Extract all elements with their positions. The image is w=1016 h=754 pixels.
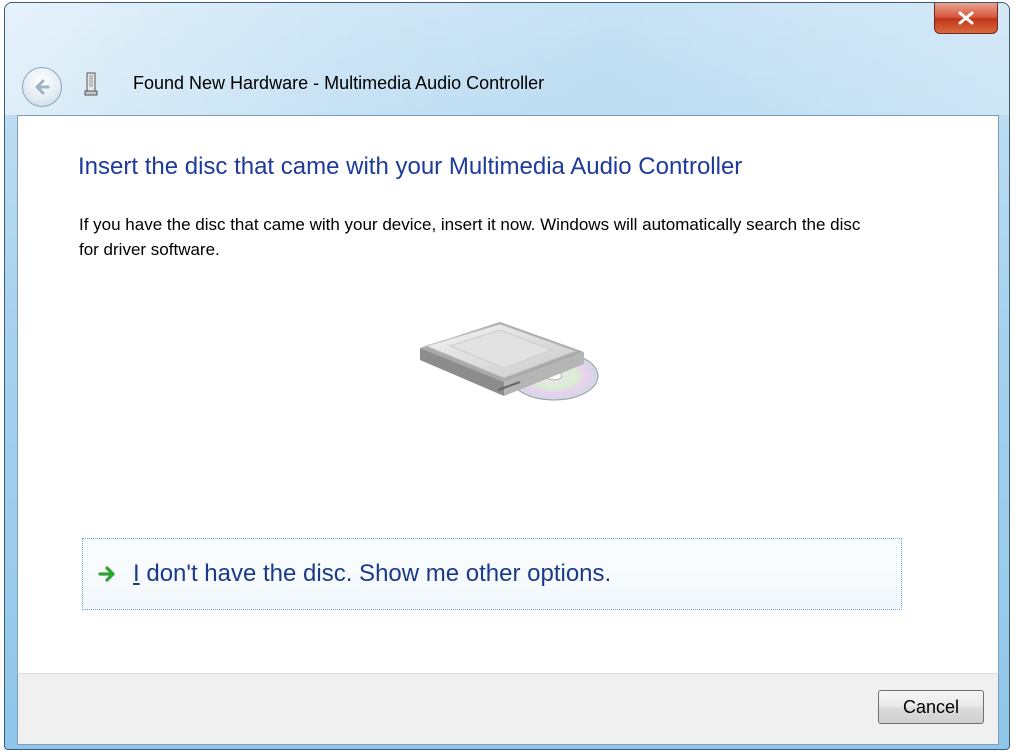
close-button[interactable] <box>934 3 998 34</box>
back-button[interactable] <box>22 67 62 107</box>
no-disc-option-link[interactable]: I don't have the disc. Show me other opt… <box>82 538 902 610</box>
option-label-accelerator: I <box>133 560 140 587</box>
footer-bar: Cancel <box>17 673 999 745</box>
disc-drive-icon <box>420 322 599 401</box>
window-title: Found New Hardware - Multimedia Audio Co… <box>133 73 545 93</box>
dialog-window: Found New Hardware - Multimedia Audio Co… <box>4 2 1010 750</box>
cancel-button[interactable]: Cancel <box>878 690 984 724</box>
close-icon <box>958 11 974 25</box>
no-disc-option-label: I don't have the disc. Show me other opt… <box>133 560 611 588</box>
back-arrow-icon <box>35 79 50 95</box>
option-label-text: don't have the disc. Show me other optio… <box>139 560 612 587</box>
instruction-text: If you have the disc that came with your… <box>79 215 861 259</box>
green-arrow-icon <box>98 566 115 582</box>
hardware-device-icon <box>84 72 98 96</box>
page-heading: Insert the disc that came with your Mult… <box>78 153 743 180</box>
content-panel: Insert the disc that came with your Mult… <box>17 115 999 673</box>
